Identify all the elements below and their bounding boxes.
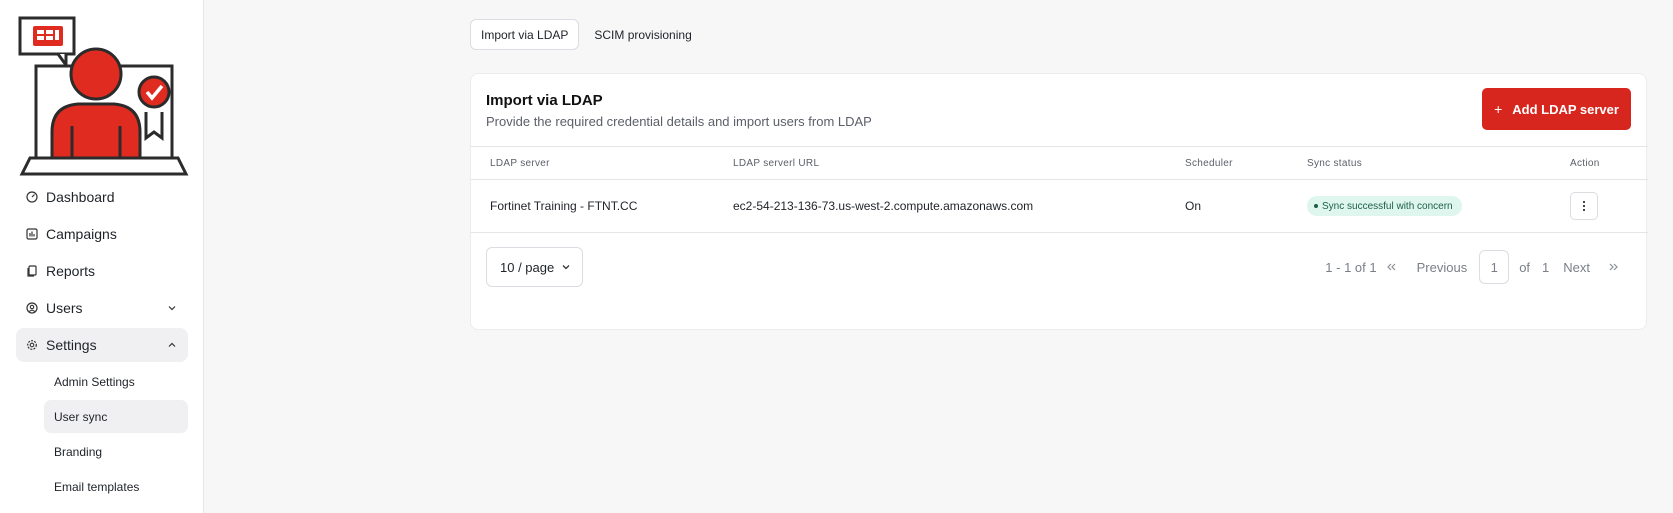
brand-logo (14, 14, 190, 182)
previous-button[interactable]: Previous (1417, 260, 1468, 275)
gear-icon (26, 339, 38, 351)
current-page-input[interactable]: 1 (1479, 250, 1510, 284)
user-circle-icon (26, 302, 38, 314)
more-vertical-icon (1582, 200, 1586, 212)
chart-icon (26, 228, 38, 240)
total-pages: 1 (1542, 259, 1550, 275)
document-icon (26, 265, 38, 277)
column-header: Sync status (1307, 157, 1362, 169)
gauge-icon (26, 191, 38, 203)
pagination-range: 1 - 1 of 1 (1325, 259, 1377, 275)
tab-import-ldap[interactable]: Import via LDAP (470, 19, 580, 50)
ldap-table: LDAP server LDAP serverl URL Scheduler S… (471, 146, 1648, 233)
status-label: Sync successful with concern (1322, 200, 1453, 212)
status-dot-icon (1314, 204, 1318, 208)
settings-subnav: Admin Settings User sync Branding Email … (44, 365, 188, 503)
cell-server: Fortinet Training - FTNT.CC (490, 199, 638, 213)
subnav-item-admin-settings[interactable]: Admin Settings (44, 365, 188, 398)
nav-item-label: Users (46, 300, 83, 316)
add-ldap-server-label: Add LDAP server (1512, 101, 1619, 117)
table-row: Fortinet Training - FTNT.CC ec2-54-213-1… (471, 180, 1648, 233)
add-ldap-server-button[interactable]: + Add LDAP server (1482, 88, 1631, 130)
nav-item-label: Reports (46, 263, 96, 279)
plus-icon: + (1494, 101, 1503, 117)
chevron-up-icon (166, 339, 178, 351)
subnav-item-user-sync[interactable]: User sync (44, 400, 188, 433)
card-subtitle: Provide the required credential details … (486, 114, 872, 129)
nav-item-campaigns[interactable]: Campaigns (16, 217, 188, 251)
sync-status-badge: Sync successful with concern (1307, 196, 1462, 216)
next-button[interactable]: Next (1563, 260, 1590, 275)
nav-item-dashboard[interactable]: Dashboard (16, 180, 188, 214)
column-header: LDAP serverl URL (733, 157, 820, 169)
cell-scheduler: On (1185, 199, 1202, 213)
nav-item-users[interactable]: Users (16, 291, 188, 325)
column-header: LDAP server (490, 157, 550, 169)
pagination-of: of (1519, 259, 1531, 275)
last-page-icon[interactable] (1608, 261, 1620, 273)
tab-bar: Import via LDAP SCIM provisioning (470, 19, 703, 50)
pagination: 1 - 1 of 1 Previous 1 of 1 Next (1325, 247, 1620, 287)
nav-item-settings[interactable]: Settings (16, 328, 188, 362)
cell-url: ec2-54-213-136-73.us-west-2.compute.amaz… (733, 199, 1034, 213)
card-title: Import via LDAP (486, 92, 603, 109)
page-size-select[interactable]: 10 / page (486, 247, 583, 287)
table-header: LDAP server LDAP serverl URL Scheduler S… (471, 146, 1648, 180)
action-cell (1570, 192, 1598, 220)
row-actions-button[interactable] (1570, 192, 1598, 220)
nav-item-label: Campaigns (46, 226, 117, 242)
chevron-down-icon (560, 261, 572, 273)
sidebar: Dashboard Campaigns Reports Users Settin… (0, 0, 204, 513)
chevron-down-icon (166, 302, 178, 314)
column-header: Action (1570, 157, 1600, 169)
nav-item-label: Dashboard (46, 189, 115, 205)
first-page-icon[interactable] (1385, 261, 1397, 273)
tab-scim-provisioning[interactable]: SCIM provisioning (583, 19, 702, 50)
ldap-card: Import via LDAP Provide the required cre… (470, 73, 1648, 330)
status-badge: Sync successful with concern (1307, 196, 1462, 216)
subnav-item-branding[interactable]: Branding (44, 435, 188, 468)
main-nav: Dashboard Campaigns Reports Users Settin… (16, 180, 188, 505)
nav-item-reports[interactable]: Reports (16, 254, 188, 288)
subnav-item-email-templates[interactable]: Email templates (44, 470, 188, 503)
nav-item-label: Settings (46, 337, 97, 353)
column-header: Scheduler (1185, 157, 1233, 169)
page-size-value: 10 / page (500, 259, 555, 275)
